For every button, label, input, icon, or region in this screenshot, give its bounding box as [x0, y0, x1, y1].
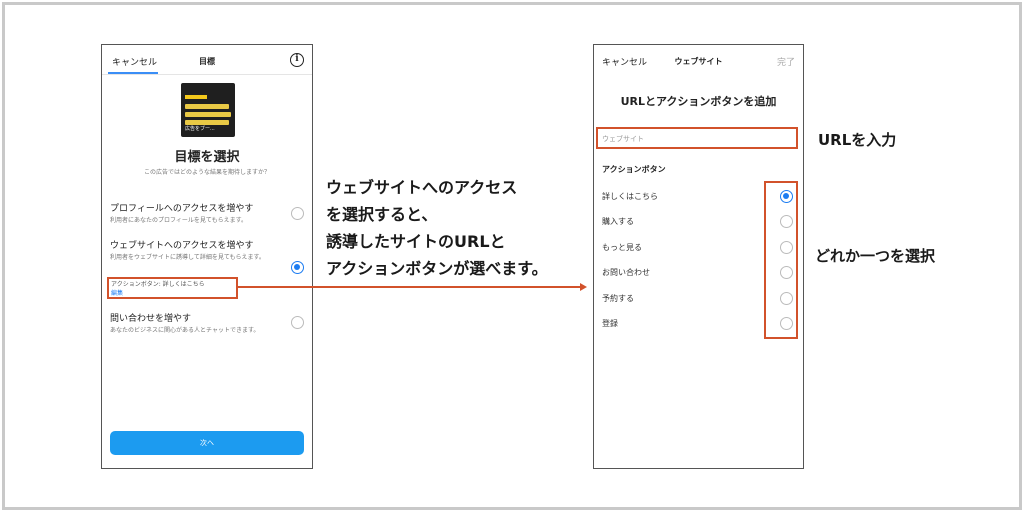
- info-icon[interactable]: i: [290, 53, 304, 67]
- annotation-line: ウェブサイトへのアクセス: [326, 178, 518, 197]
- annotation-line: を選択すると、: [326, 205, 438, 224]
- goal-header: キャンセル 目標 i: [102, 45, 312, 75]
- middle-annotation: ウェブサイトへのアクセス を選択すると、 誘導したサイトのURLと アクションボ…: [326, 174, 548, 282]
- goal-screen: キャンセル 目標 i 広告をブー... 目標を選択 この広告ではどのような結果を…: [101, 44, 313, 469]
- thumbnail-footer: 広告をブー...: [185, 126, 215, 132]
- connector-arrow: [238, 286, 580, 288]
- option-title: プロフィールへのアクセスを増やす: [110, 204, 254, 214]
- next-button[interactable]: 次へ: [110, 431, 304, 455]
- option-profile[interactable]: プロフィールへのアクセスを増やす 利用者にあなたのプロフィールを見てもらえます。: [110, 201, 308, 225]
- cta-edit-link[interactable]: 編集: [111, 288, 123, 297]
- header-title: ウェブサイト: [674, 57, 723, 66]
- option-desc: 利用者にあなたのプロフィールを見てもらえます。: [110, 217, 247, 224]
- button-option[interactable]: お問い合わせ: [602, 267, 650, 278]
- option-title: 問い合わせを増やす: [110, 314, 192, 324]
- radio-highlight-box: [764, 181, 798, 339]
- active-tab-indicator: [108, 72, 158, 74]
- choice-note: どれか一つを選択: [815, 247, 936, 265]
- radio-profile[interactable]: [291, 207, 304, 220]
- option-website[interactable]: ウェブサイトへのアクセスを増やす 利用者をウェブサイトに誘導して詳細を見てもらえ…: [110, 238, 308, 274]
- annotation-line: 誘導したサイトのURLと: [326, 232, 506, 251]
- option-desc: あなたのビジネスに関心がある人とチャットできます。: [110, 327, 260, 334]
- section-label: アクションボタン: [602, 165, 666, 174]
- website-header: キャンセル ウェブサイト 完了: [594, 45, 803, 75]
- url-note: URLを入力: [818, 131, 897, 149]
- page-title: 目標を選択: [174, 150, 240, 165]
- done-button[interactable]: 完了: [777, 55, 795, 68]
- radio-inquiry[interactable]: [291, 316, 304, 329]
- cta-label: アクションボタン: 詳しくはこちら: [111, 281, 205, 288]
- page-title: URLとアクションボタンを追加: [620, 95, 777, 108]
- annotation-line: アクションボタンが選べます。: [326, 259, 548, 278]
- button-option[interactable]: 購入する: [602, 216, 634, 227]
- url-highlight-box: [596, 127, 798, 149]
- thumbnail-text-line: [185, 112, 231, 117]
- radio-website[interactable]: [291, 261, 304, 274]
- thumbnail-tag: [185, 95, 207, 99]
- goal-tab[interactable]: 目標: [102, 56, 312, 67]
- option-desc: 利用者をウェブサイトに誘導して詳細を見てもらえます。: [110, 254, 265, 261]
- post-thumbnail: 広告をブー...: [181, 83, 235, 137]
- button-option[interactable]: 登録: [602, 318, 618, 329]
- button-option[interactable]: 予約する: [602, 293, 634, 304]
- arrow-head-icon: [580, 283, 587, 291]
- option-title: ウェブサイトへのアクセスを増やす: [110, 241, 254, 251]
- page-subtitle: この広告ではどのような結果を期待しますか？: [143, 169, 270, 176]
- option-inquiry[interactable]: 問い合わせを増やす あなたのビジネスに関心がある人とチャットできます。: [110, 311, 308, 335]
- button-option[interactable]: もっと見る: [602, 242, 642, 253]
- thumbnail-text-line: [185, 104, 229, 109]
- button-option[interactable]: 詳しくはこちら: [602, 191, 658, 202]
